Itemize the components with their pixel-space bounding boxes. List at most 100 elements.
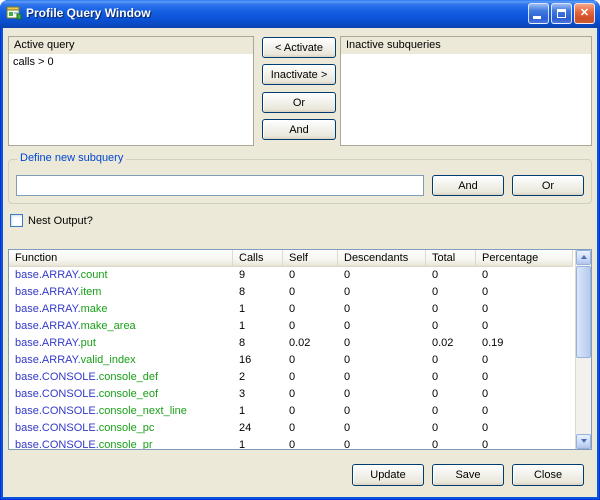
client-area: Active query calls > 0 < Activate Inacti… <box>3 28 597 497</box>
scroll-up-button[interactable] <box>576 250 591 265</box>
value-cell: 8 <box>233 284 283 301</box>
profile-query-window: Profile Query Window ✕ Active query call… <box>0 0 600 500</box>
arrow-down-icon <box>581 439 587 443</box>
value-cell: 0 <box>283 352 338 369</box>
active-query-list[interactable]: calls > 0 <box>9 54 253 145</box>
value-cell: 0 <box>338 284 426 301</box>
subquery-or-button[interactable]: Or <box>512 175 584 196</box>
value-cell: 0 <box>338 301 426 318</box>
value-cell: 0.02 <box>283 335 338 352</box>
table-row[interactable]: base.ARRAY.count90000 <box>9 267 575 284</box>
value-cell: 16 <box>233 352 283 369</box>
value-cell: 0 <box>338 318 426 335</box>
function-cell: base.CONSOLE.console_pr <box>9 437 233 449</box>
function-cell: base.CONSOLE.console_eof <box>9 386 233 403</box>
minimize-icon <box>533 16 541 19</box>
or-button[interactable]: Or <box>262 92 336 113</box>
column-header-function[interactable]: Function <box>9 250 233 267</box>
profile-table: FunctionCallsSelfDescendantsTotalPercent… <box>8 249 592 450</box>
maximize-icon <box>557 9 566 18</box>
value-cell: 0 <box>283 318 338 335</box>
value-cell: 0 <box>283 386 338 403</box>
table-row[interactable]: base.CONSOLE.console_def20000 <box>9 369 575 386</box>
table-row[interactable]: base.CONSOLE.console_pc240000 <box>9 420 575 437</box>
inactive-subqueries-panel: Inactive subqueries <box>340 36 592 146</box>
value-cell: 0 <box>426 267 476 284</box>
close-icon: ✕ <box>580 8 589 19</box>
nest-output-label: Nest Output? <box>28 215 93 227</box>
function-cell: base.ARRAY.count <box>9 267 233 284</box>
scroll-down-button[interactable] <box>576 434 591 449</box>
value-cell: 0 <box>476 386 573 403</box>
value-cell: 0 <box>476 301 573 318</box>
subquery-and-button[interactable]: And <box>432 175 504 196</box>
value-cell: 0 <box>426 301 476 318</box>
table-row[interactable]: base.CONSOLE.console_next_line10000 <box>9 403 575 420</box>
column-header-descendants[interactable]: Descendants <box>338 250 426 267</box>
nest-output-checkbox[interactable] <box>10 214 23 227</box>
value-cell: 0.02 <box>426 335 476 352</box>
close-button[interactable]: ✕ <box>574 3 595 24</box>
value-cell: 0 <box>426 386 476 403</box>
function-cell: base.ARRAY.valid_index <box>9 352 233 369</box>
activate-button[interactable]: < Activate <box>262 37 336 58</box>
table-row[interactable]: base.ARRAY.make10000 <box>9 301 575 318</box>
value-cell: 0 <box>338 335 426 352</box>
value-cell: 0 <box>283 369 338 386</box>
and-button[interactable]: And <box>262 119 336 140</box>
function-cell: base.ARRAY.make <box>9 301 233 318</box>
value-cell: 0 <box>338 267 426 284</box>
value-cell: 24 <box>233 420 283 437</box>
table-row[interactable]: base.ARRAY.item80000 <box>9 284 575 301</box>
value-cell: 1 <box>233 301 283 318</box>
active-query-label: Active query <box>9 37 253 54</box>
maximize-button[interactable] <box>551 3 572 24</box>
window-title: Profile Query Window <box>26 6 528 20</box>
value-cell: 8 <box>233 335 283 352</box>
value-cell: 0 <box>426 352 476 369</box>
column-header-self[interactable]: Self <box>283 250 338 267</box>
table-row[interactable]: base.ARRAY.make_area10000 <box>9 318 575 335</box>
vertical-scrollbar[interactable] <box>575 250 591 449</box>
value-cell: 0 <box>283 437 338 449</box>
nest-output-row: Nest Output? <box>10 214 93 227</box>
value-cell: 0 <box>476 420 573 437</box>
inactive-subqueries-list[interactable] <box>341 54 591 145</box>
value-cell: 0 <box>476 318 573 335</box>
function-cell: base.ARRAY.put <box>9 335 233 352</box>
value-cell: 1 <box>233 318 283 335</box>
subquery-input[interactable] <box>16 175 424 196</box>
value-cell: 0 <box>283 284 338 301</box>
value-cell: 0 <box>476 352 573 369</box>
column-header-percentage[interactable]: Percentage <box>476 250 573 267</box>
value-cell: 2 <box>233 369 283 386</box>
value-cell: 0 <box>338 369 426 386</box>
table-row[interactable]: base.ARRAY.valid_index160000 <box>9 352 575 369</box>
column-header-total[interactable]: Total <box>426 250 476 267</box>
scrollbar-thumb[interactable] <box>576 266 591 358</box>
save-button[interactable]: Save <box>432 464 504 486</box>
inactivate-button[interactable]: Inactivate > <box>262 64 336 85</box>
update-button[interactable]: Update <box>352 464 424 486</box>
arrow-up-icon <box>581 255 587 259</box>
function-cell: base.ARRAY.make_area <box>9 318 233 335</box>
value-cell: 0.19 <box>476 335 573 352</box>
table-row[interactable]: base.ARRAY.put80.0200.020.19 <box>9 335 575 352</box>
active-query-panel: Active query calls > 0 <box>8 36 254 146</box>
function-cell: base.CONSOLE.console_pc <box>9 420 233 437</box>
titlebar[interactable]: Profile Query Window ✕ <box>0 0 600 28</box>
close-dialog-button[interactable]: Close <box>512 464 584 486</box>
value-cell: 0 <box>283 403 338 420</box>
value-cell: 0 <box>476 284 573 301</box>
active-query-item[interactable]: calls > 0 <box>9 54 253 68</box>
value-cell: 1 <box>233 437 283 449</box>
table-row[interactable]: base.CONSOLE.console_eof30000 <box>9 386 575 403</box>
minimize-button[interactable] <box>528 3 549 24</box>
value-cell: 0 <box>338 437 426 449</box>
column-header-calls[interactable]: Calls <box>233 250 283 267</box>
app-icon <box>6 5 22 21</box>
table-row[interactable]: base.CONSOLE.console_pr10000 <box>9 437 575 449</box>
value-cell: 1 <box>233 403 283 420</box>
function-cell: base.CONSOLE.console_next_line <box>9 403 233 420</box>
value-cell: 0 <box>338 386 426 403</box>
